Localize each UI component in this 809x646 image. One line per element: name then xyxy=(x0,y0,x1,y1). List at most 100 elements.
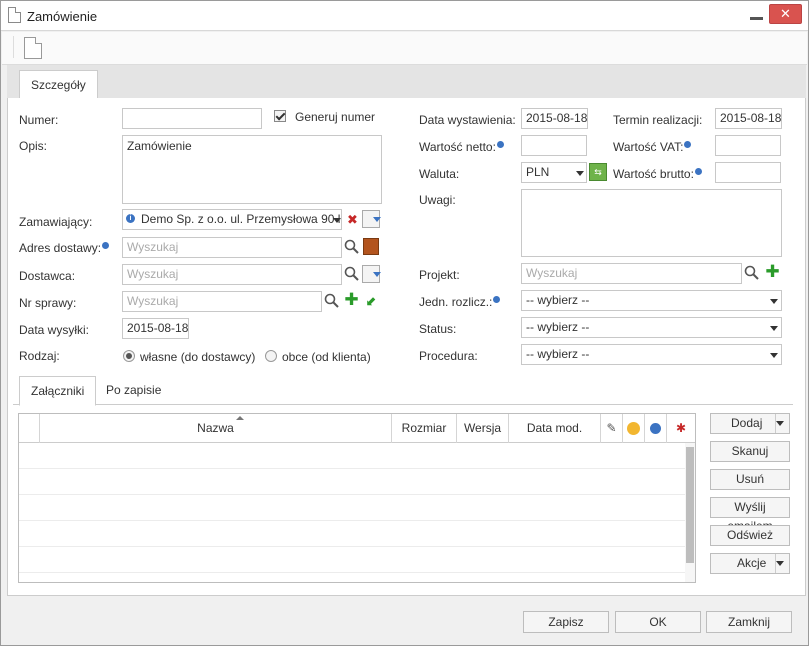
main-tabs: Szczegóły xyxy=(7,65,806,100)
tab-attachments[interactable]: Załączniki xyxy=(19,376,97,406)
add-icon[interactable]: ✚ xyxy=(343,291,360,308)
table-row[interactable] xyxy=(19,469,685,495)
sort-asc-icon xyxy=(236,416,244,420)
column-date[interactable]: Data mod. xyxy=(509,414,601,443)
vat-label: Wartość VAT: xyxy=(613,140,692,154)
delete-attachment-button[interactable]: Usuń xyxy=(710,469,790,490)
pin-column-icon[interactable]: ✱ xyxy=(667,414,695,443)
attachments-grid: Nazwa Rozmiar Wersja Data mod. ✎ ✱ xyxy=(18,413,696,583)
zamawiajacy-label: Zamawiający: xyxy=(19,215,93,229)
datawysylki-input[interactable]: 2015-08-18 xyxy=(122,318,189,339)
nrsprawy-search-input[interactable]: Wyszukaj xyxy=(122,291,322,312)
grid-scrollbar[interactable] xyxy=(685,443,695,582)
brutto-input[interactable] xyxy=(715,162,781,183)
add-icon[interactable]: ✚ xyxy=(764,263,781,280)
contact-card-icon[interactable] xyxy=(363,238,379,255)
data-wystawienia-label: Data wystawienia: xyxy=(419,113,516,127)
status-label: Status: xyxy=(419,322,457,336)
procedura-select[interactable]: -- wybierz -- xyxy=(521,344,782,365)
generate-number-label: Generuj numer xyxy=(295,110,376,124)
close-button[interactable]: Zamknij xyxy=(706,611,792,633)
save-button[interactable]: Zapisz xyxy=(523,611,609,633)
dostawca-search-input[interactable]: Wyszukaj xyxy=(122,264,342,285)
column-size[interactable]: Rozmiar xyxy=(392,414,457,443)
adres-search-input[interactable]: Wyszukaj xyxy=(122,237,342,258)
nrsprawy-label: Nr sprawy: xyxy=(19,296,77,310)
refresh-button[interactable]: Odśwież xyxy=(710,525,790,546)
info-icon: i xyxy=(126,214,135,223)
scrollbar-thumb[interactable] xyxy=(686,447,694,563)
adres-label: Adres dostawy: xyxy=(19,241,110,255)
table-row[interactable] xyxy=(19,495,685,521)
status-select[interactable]: -- wybierz -- xyxy=(521,317,782,338)
chevron-down-icon[interactable] xyxy=(770,299,778,304)
table-row[interactable] xyxy=(19,443,685,469)
vat-input[interactable] xyxy=(715,135,781,156)
numer-input[interactable] xyxy=(122,108,262,129)
chevron-down-icon xyxy=(776,421,784,426)
document-icon xyxy=(8,7,21,23)
rodzaj-own-radio[interactable] xyxy=(123,350,135,362)
brutto-label: Wartość brutto: xyxy=(613,167,702,181)
window-title: Zamówienie xyxy=(27,9,98,24)
chevron-down-icon[interactable] xyxy=(770,353,778,358)
minimize-button[interactable] xyxy=(750,12,763,20)
grid-header: Nazwa Rozmiar Wersja Data mod. ✎ ✱ xyxy=(19,414,695,443)
netto-input[interactable] xyxy=(521,135,587,156)
chevron-down-icon xyxy=(776,561,784,566)
chevron-down-icon[interactable] xyxy=(333,218,341,223)
lock-column-icon[interactable] xyxy=(623,414,645,443)
projekt-search-input[interactable]: Wyszukaj xyxy=(521,263,742,284)
rodzaj-label: Rodzaj: xyxy=(19,349,60,363)
rodzaj-foreign-label: obce (od klienta) xyxy=(282,350,371,364)
generate-number-checkbox[interactable] xyxy=(274,110,286,122)
column-name[interactable]: Nazwa xyxy=(40,414,392,443)
ok-button[interactable]: OK xyxy=(615,611,701,633)
search-icon[interactable] xyxy=(324,293,341,310)
table-row[interactable] xyxy=(19,547,685,573)
opis-textarea[interactable]: Zamówienie xyxy=(122,135,382,204)
close-window-button[interactable]: ✕ xyxy=(769,4,802,24)
termin-label: Termin realizacji: xyxy=(613,113,703,127)
new-document-icon[interactable] xyxy=(24,37,42,59)
zamawiajacy-select[interactable]: Demo Sp. z o.o. ul. Przemysłowa 90 lo xyxy=(122,209,342,230)
jedn-select[interactable]: -- wybierz -- xyxy=(521,290,782,311)
select-column[interactable] xyxy=(19,414,40,443)
signed-column-icon[interactable]: ✎ xyxy=(601,414,623,443)
procedura-label: Procedura: xyxy=(419,349,478,363)
rodzaj-own-label: własne (do dostawcy) xyxy=(140,350,256,364)
dropdown-arrow-icon[interactable] xyxy=(373,217,381,222)
netto-label: Wartość netto: xyxy=(419,140,504,154)
chevron-down-icon[interactable] xyxy=(770,326,778,331)
clear-icon[interactable]: ✖ xyxy=(344,211,361,228)
dostawca-label: Dostawca: xyxy=(19,269,76,283)
add-attachment-button[interactable]: Dodaj xyxy=(710,413,790,434)
chevron-down-icon[interactable] xyxy=(576,171,584,176)
search-icon[interactable] xyxy=(744,265,761,282)
link-icon[interactable]: ⬋ xyxy=(363,292,380,309)
table-row[interactable] xyxy=(19,521,685,547)
send-email-button[interactable]: Wyślij emailem xyxy=(710,497,790,533)
title-bar: Zamówienie ✕ xyxy=(1,1,808,31)
search-icon[interactable] xyxy=(344,266,361,283)
exchange-rate-icon[interactable]: ⇆ xyxy=(589,163,607,181)
toolbar-divider xyxy=(13,36,14,58)
search-icon[interactable] xyxy=(344,239,361,256)
tab-after-save[interactable]: Po zapisie xyxy=(95,376,172,406)
projekt-label: Projekt: xyxy=(419,268,460,282)
termin-input[interactable]: 2015-08-18 xyxy=(715,108,782,129)
column-version[interactable]: Wersja xyxy=(457,414,509,443)
toolbar xyxy=(2,32,807,65)
attachment-tabs: Załączniki Po zapisie xyxy=(13,375,793,406)
jedn-label: Jedn. rozlicz.: xyxy=(419,295,501,309)
scan-button[interactable]: Skanuj xyxy=(710,441,790,462)
order-window: Zamówienie ✕ Szczegóły Numer: Generuj nu… xyxy=(0,0,809,646)
info-column-icon[interactable] xyxy=(645,414,667,443)
info-icon xyxy=(684,141,692,148)
tab-details[interactable]: Szczegóły xyxy=(19,70,98,100)
actions-button[interactable]: Akcje xyxy=(710,553,790,574)
uwagi-textarea[interactable] xyxy=(521,189,782,257)
dropdown-arrow-icon[interactable] xyxy=(373,272,381,277)
rodzaj-foreign-radio[interactable] xyxy=(265,350,277,362)
data-wystawienia-input[interactable]: 2015-08-18 xyxy=(521,108,588,129)
